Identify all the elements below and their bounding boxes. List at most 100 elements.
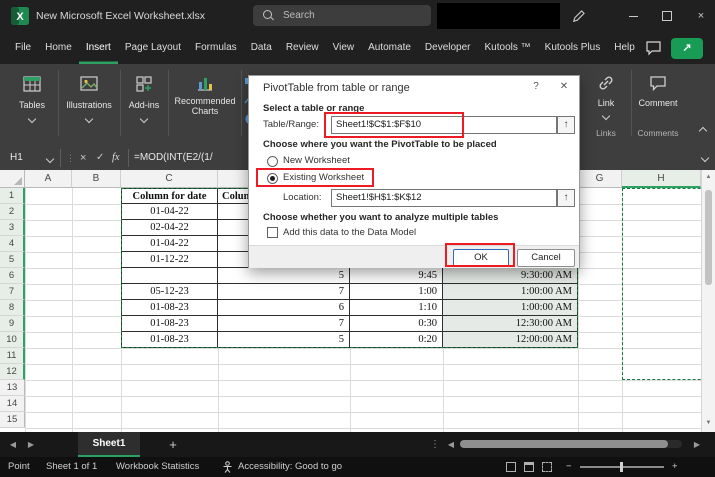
drag-handle-icon[interactable]: ⋮ — [66, 146, 75, 170]
column-header-g[interactable]: G — [578, 170, 622, 188]
horizontal-scrollbar[interactable] — [460, 440, 682, 448]
row-header-15[interactable]: 15 — [0, 412, 25, 428]
row-header-4[interactable]: 4 — [0, 236, 25, 252]
cell-C10[interactable]: 01-08-23 — [121, 332, 218, 348]
scroll-down-icon[interactable]: ▼ — [702, 420, 715, 426]
table-range-input[interactable]: Sheet1!$C$1:$F$10 — [331, 116, 557, 134]
range-picker-icon[interactable]: ↑ — [557, 116, 575, 134]
vertical-scrollbar[interactable]: ▲ ▼ — [701, 170, 715, 432]
dialog-help-icon[interactable]: ? — [529, 81, 543, 92]
cell-E7[interactable]: 1:00 — [350, 284, 443, 300]
illustrations-button[interactable]: Illustrations — [61, 68, 117, 142]
view-page-layout-icon[interactable] — [524, 462, 534, 472]
cell-D7[interactable]: 7 — [218, 284, 350, 300]
row-header-11[interactable]: 11 — [0, 348, 25, 364]
radio-new-worksheet-label[interactable]: New Worksheet — [283, 155, 350, 166]
cell-C2[interactable]: 01-04-22 — [121, 204, 218, 220]
formula-input[interactable]: =MOD(INT(E2/(1/ — [134, 146, 213, 170]
insert-function-icon[interactable]: fx — [112, 146, 120, 170]
cell-D8[interactable]: 6 — [218, 300, 350, 316]
ribbon-tab-data[interactable]: Data — [244, 32, 279, 64]
cell-F6[interactable]: 9:30:00 AM — [443, 268, 578, 284]
tables-button[interactable]: Tables — [8, 68, 56, 142]
cell-E8[interactable]: 1:10 — [350, 300, 443, 316]
zoom-out-button[interactable]: − — [566, 457, 572, 477]
share-button[interactable]: ↗ — [671, 38, 703, 59]
column-header-a[interactable]: A — [25, 170, 72, 188]
range-picker-icon[interactable]: ↑ — [557, 189, 575, 207]
ribbon-tab-developer[interactable]: Developer — [418, 32, 478, 64]
radio-existing-worksheet-label[interactable]: Existing Worksheet — [283, 172, 364, 183]
column-header-c[interactable]: C — [121, 170, 218, 188]
view-page-break-icon[interactable] — [542, 462, 552, 472]
ribbon-tab-automate[interactable]: Automate — [361, 32, 418, 64]
row-header-5[interactable]: 5 — [0, 252, 25, 268]
row-header-2[interactable]: 2 — [0, 204, 25, 220]
row-header-3[interactable]: 3 — [0, 220, 25, 236]
comments-icon[interactable] — [643, 38, 665, 58]
location-input[interactable]: Sheet1!$H$1:$K$12 — [331, 189, 557, 207]
cancel-button[interactable]: Cancel — [517, 249, 575, 267]
workbook-statistics-button[interactable]: Workbook Statistics — [116, 457, 199, 477]
row-header-1[interactable]: 1 — [0, 188, 25, 204]
enter-entry-icon[interactable]: ✓ — [96, 146, 104, 170]
zoom-slider-thumb[interactable] — [620, 462, 623, 472]
name-box-chevron-icon[interactable] — [45, 154, 55, 164]
ribbon-tab-view[interactable]: View — [326, 32, 362, 64]
draw-pencil-icon[interactable] — [572, 9, 586, 23]
cell-E9[interactable]: 0:30 — [350, 316, 443, 332]
next-sheet-icon[interactable]: ▶ — [22, 432, 40, 457]
hscroll-right-icon[interactable]: ▶ — [688, 432, 706, 457]
column-header-h[interactable]: H — [622, 170, 701, 188]
row-header-10[interactable]: 10 — [0, 332, 25, 348]
ribbon-tab-page-layout[interactable]: Page Layout — [118, 32, 188, 64]
row-header-7[interactable]: 7 — [0, 284, 25, 300]
radio-existing-worksheet[interactable] — [267, 173, 278, 184]
cell-C4[interactable]: 01-04-22 — [121, 236, 218, 252]
ribbon-tab-insert[interactable]: Insert — [79, 32, 118, 64]
name-box[interactable]: H1 — [10, 146, 23, 170]
ribbon-tab-help[interactable]: Help — [607, 32, 642, 64]
expand-formula-bar-icon[interactable] — [700, 153, 710, 163]
row-header-8[interactable]: 8 — [0, 300, 25, 316]
ribbon-tab-kutools-plus[interactable]: Kutools Plus — [538, 32, 608, 64]
new-sheet-button[interactable]: + — [164, 432, 182, 457]
row-header-9[interactable]: 9 — [0, 316, 25, 332]
hscroll-left-icon[interactable]: ◀ — [442, 432, 460, 457]
ribbon-tab-review[interactable]: Review — [279, 32, 326, 64]
row-header-6[interactable]: 6 — [0, 268, 25, 284]
cell-D10[interactable]: 5 — [218, 332, 350, 348]
status-accessibility[interactable]: Accessibility: Good to go — [238, 457, 342, 477]
recommended-charts-button[interactable]: Recommended Charts — [171, 68, 239, 142]
cell-C1[interactable]: Column for date — [121, 188, 218, 204]
checkbox-data-model[interactable] — [267, 227, 278, 238]
cell-F9[interactable]: 12:30:00 AM — [443, 316, 578, 332]
dialog-close-icon[interactable]: ✕ — [557, 81, 571, 92]
cell-D6[interactable]: 5 — [218, 268, 350, 284]
row-header-13[interactable]: 13 — [0, 380, 25, 396]
cell-F10[interactable]: 12:00:00 AM — [443, 332, 578, 348]
vertical-scroll-thumb[interactable] — [705, 190, 712, 285]
ribbon-tab-home[interactable]: Home — [38, 32, 79, 64]
addins-button[interactable]: Add-ins — [123, 68, 165, 142]
cell-C6[interactable] — [121, 268, 218, 284]
scroll-up-icon[interactable]: ▲ — [702, 174, 715, 180]
sheet-tab-sheet1[interactable]: Sheet1 — [78, 432, 140, 457]
cell-E6[interactable]: 9:45 — [350, 268, 443, 284]
row-header-14[interactable]: 14 — [0, 396, 25, 412]
view-normal-icon[interactable] — [506, 462, 516, 472]
cell-D9[interactable]: 7 — [218, 316, 350, 332]
restore-button[interactable] — [652, 0, 682, 32]
cancel-entry-icon[interactable]: × — [80, 146, 86, 170]
cell-E10[interactable]: 0:20 — [350, 332, 443, 348]
search-box[interactable]: Search — [253, 5, 431, 26]
row-header-12[interactable]: 12 — [0, 364, 25, 380]
prev-sheet-icon[interactable]: ◀ — [4, 432, 22, 457]
cell-C8[interactable]: 01-08-23 — [121, 300, 218, 316]
ribbon-tab-file[interactable]: File — [8, 32, 38, 64]
zoom-slider[interactable] — [580, 462, 664, 472]
ribbon-tab-formulas[interactable]: Formulas — [188, 32, 244, 64]
cell-F8[interactable]: 1:00:00 AM — [443, 300, 578, 316]
cell-C3[interactable]: 02-04-22 — [121, 220, 218, 236]
cell-C7[interactable]: 05-12-23 — [121, 284, 218, 300]
